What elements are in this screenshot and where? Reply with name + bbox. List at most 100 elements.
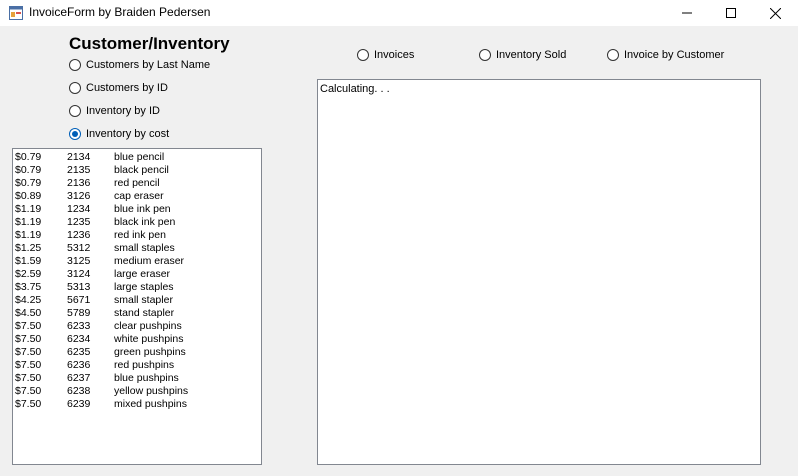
minimize-icon (682, 12, 692, 14)
list-item[interactable]: $1.25 5312 small staples (15, 242, 261, 255)
minimize-button[interactable] (664, 0, 710, 26)
radio-inventory-sold[interactable]: Inventory Sold (479, 47, 566, 63)
output-text: Calculating. . . (320, 83, 390, 95)
item-cost: $7.50 (15, 346, 42, 358)
item-cost: $0.79 (15, 164, 42, 176)
close-icon (769, 7, 781, 19)
item-cost: $1.19 (15, 216, 42, 228)
list-item[interactable]: $1.59 3125 medium eraser (15, 255, 261, 268)
radio-label: Inventory by cost (86, 128, 170, 140)
item-name: large staples (114, 281, 174, 293)
item-name: clear pushpins (114, 320, 182, 332)
item-name: black ink pen (114, 216, 176, 228)
radio-icon (69, 105, 81, 117)
item-name: red pushpins (114, 359, 175, 371)
list-item[interactable]: $7.50 6235 green pushpins (15, 346, 261, 359)
radio-label: Customers by Last Name (86, 59, 211, 71)
item-id: 2134 (67, 151, 91, 163)
item-cost: $1.19 (15, 229, 42, 241)
item-cost: $7.50 (15, 320, 42, 332)
item-cost: $0.79 (15, 177, 42, 189)
item-id: 5312 (67, 242, 91, 254)
item-cost: $1.25 (15, 242, 42, 254)
close-button[interactable] (752, 0, 798, 26)
maximize-button[interactable] (708, 0, 754, 26)
item-id: 3124 (67, 268, 91, 280)
item-id: 2136 (67, 177, 91, 189)
radio-label: Inventory by ID (86, 105, 160, 117)
item-name: blue pencil (114, 151, 165, 163)
item-id: 6235 (67, 346, 91, 358)
list-item[interactable]: $4.25 5671 small stapler (15, 294, 261, 307)
list-item[interactable]: $1.19 1235 black ink pen (15, 216, 261, 229)
radio-label: Inventory Sold (496, 49, 567, 61)
list-item[interactable]: $2.59 3124 large eraser (15, 268, 261, 281)
list-item[interactable]: $7.50 6237 blue pushpins (15, 372, 261, 385)
item-cost: $7.50 (15, 385, 42, 397)
item-name: mixed pushpins (114, 398, 187, 410)
app-form-icon (9, 6, 23, 20)
item-cost: $0.89 (15, 190, 42, 202)
item-cost: $2.59 (15, 268, 42, 280)
list-item[interactable]: $0.79 2135 black pencil (15, 164, 261, 177)
inventory-listbox[interactable]: $0.79 2134 blue pencil $0.79 2135 black penci… (12, 148, 262, 465)
item-id: 1234 (67, 203, 91, 215)
radio-customers-by-id[interactable]: Customers by ID (69, 80, 168, 96)
item-name: white pushpins (114, 333, 184, 345)
item-id: 6237 (67, 372, 91, 384)
item-name: large eraser (114, 268, 171, 280)
customer-inventory-heading: Customer/Inventory (69, 34, 230, 53)
list-item[interactable]: $4.50 5789 stand stapler (15, 307, 261, 320)
item-id: 6239 (67, 398, 91, 410)
list-item[interactable]: $7.50 6236 red pushpins (15, 359, 261, 372)
item-id: 1236 (67, 229, 91, 241)
radio-icon (357, 49, 369, 61)
item-id: 3125 (67, 255, 91, 267)
radio-label: Invoices (374, 49, 415, 61)
radio-invoice-by-customer[interactable]: Invoice by Customer (607, 47, 724, 63)
item-id: 5313 (67, 281, 91, 293)
item-name: medium eraser (114, 255, 185, 267)
list-item[interactable]: $7.50 6234 white pushpins (15, 333, 261, 346)
list-item[interactable]: $0.79 2134 blue pencil (15, 151, 261, 164)
item-name: red pencil (114, 177, 160, 189)
item-name: small staples (114, 242, 175, 254)
item-id: 6233 (67, 320, 91, 332)
radio-invoices[interactable]: Invoices (357, 47, 414, 63)
radio-label: Customers by ID (86, 82, 168, 94)
radio-inventory-by-cost[interactable]: Inventory by cost (69, 126, 169, 142)
item-cost: $4.50 (15, 307, 42, 319)
radio-icon (607, 49, 619, 61)
item-id: 3126 (67, 190, 91, 202)
list-item[interactable]: $0.89 3126 cap eraser (15, 190, 261, 203)
list-item[interactable]: $7.50 6233 clear pushpins (15, 320, 261, 333)
item-name: black pencil (114, 164, 169, 176)
list-item[interactable]: $1.19 1234 blue ink pen (15, 203, 261, 216)
item-name: small stapler (114, 294, 173, 306)
item-cost: $7.50 (15, 359, 42, 371)
item-name: cap eraser (114, 190, 164, 202)
list-item[interactable]: $7.50 6239 mixed pushpins (15, 398, 261, 411)
item-id: 6236 (67, 359, 91, 371)
item-name: red ink pen (114, 229, 166, 241)
item-id: 5671 (67, 294, 91, 306)
item-name: blue ink pen (114, 203, 171, 215)
list-item[interactable]: $0.79 2136 red pencil (15, 177, 261, 190)
item-id: 2135 (67, 164, 91, 176)
radio-customers-by-last-name[interactable]: Customers by Last Name (69, 57, 210, 73)
item-cost: $4.25 (15, 294, 42, 306)
item-name: green pushpins (114, 346, 186, 358)
item-id: 6238 (67, 385, 91, 397)
list-item[interactable]: $7.50 6238 yellow pushpins (15, 385, 261, 398)
radio-selected-icon (69, 128, 81, 140)
item-cost: $7.50 (15, 333, 42, 345)
list-item[interactable]: $3.75 5313 large staples (15, 281, 261, 294)
item-id: 1235 (67, 216, 91, 228)
item-cost: $7.50 (15, 372, 42, 384)
item-cost: $7.50 (15, 398, 42, 410)
output-textbox[interactable]: Calculating. . . (317, 79, 761, 465)
item-cost: $1.19 (15, 203, 42, 215)
list-item[interactable]: $1.19 1236 red ink pen (15, 229, 261, 242)
radio-icon (69, 59, 81, 71)
radio-inventory-by-id[interactable]: Inventory by ID (69, 103, 160, 119)
